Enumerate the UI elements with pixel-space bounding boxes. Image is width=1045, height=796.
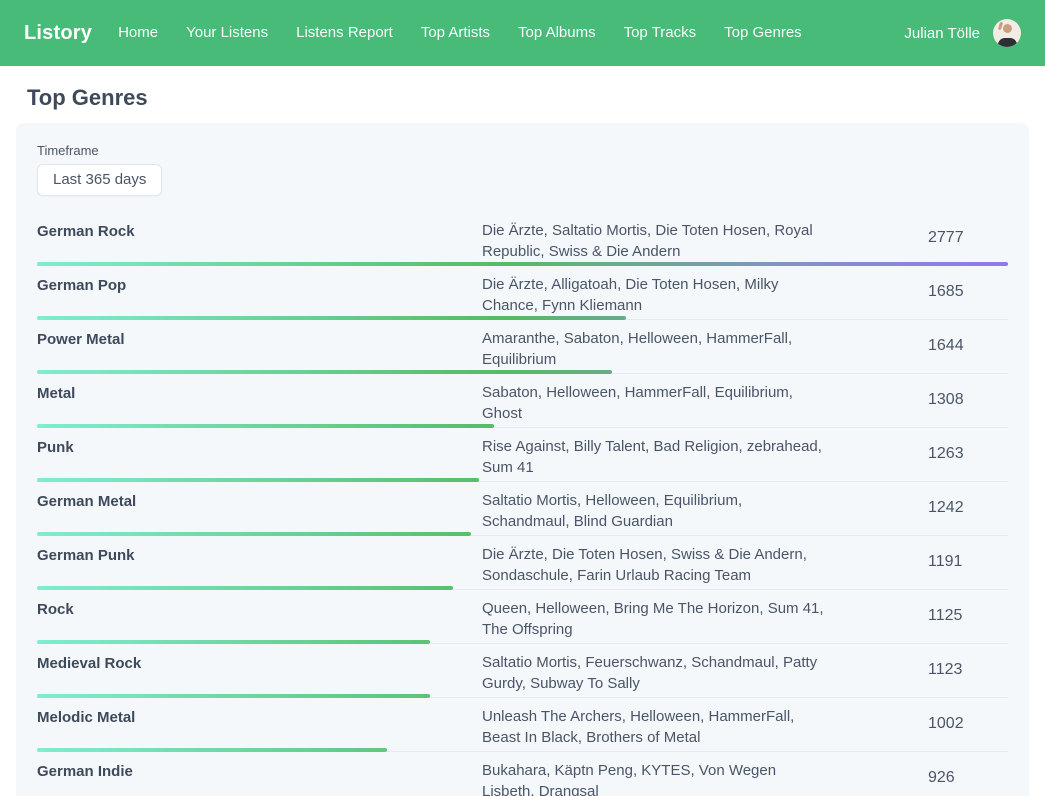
nav-item-home[interactable]: Home <box>118 24 158 41</box>
genre-name: German Metal <box>37 490 482 532</box>
genre-artists: Die Ärzte, Alligatoah, Die Toten Hosen, … <box>482 274 928 316</box>
genre-artists: Die Ärzte, Saltatio Mortis, Die Toten Ho… <box>482 220 928 262</box>
nav-item-top-tracks[interactable]: Top Tracks <box>624 24 697 41</box>
genre-artists: Bukahara, Käptn Peng, KYTES, Von Wegen L… <box>482 760 928 796</box>
genre-name: German Punk <box>37 544 482 586</box>
genre-artists: Sabaton, Helloween, HammerFall, Equilibr… <box>482 382 928 424</box>
genre-artists: Saltatio Mortis, Helloween, Equilibrium,… <box>482 490 928 532</box>
nav-item-your-listens[interactable]: Your Listens <box>186 24 268 41</box>
nav-links: Home Your Listens Listens Report Top Artist… <box>118 24 802 42</box>
genre-count: 1123 <box>928 661 1008 685</box>
genre-count: 1685 <box>928 283 1008 307</box>
genre-row: Metal Sabaton, Helloween, HammerFall, Eq… <box>37 374 1008 428</box>
genre-name: German Rock <box>37 220 482 262</box>
genre-name: Rock <box>37 598 482 640</box>
genre-artists: Die Ärzte, Die Toten Hosen, Swiss & Die … <box>482 544 928 586</box>
genre-count: 1191 <box>928 553 1008 577</box>
page-title: Top Genres <box>27 85 1045 111</box>
genre-artists: Rise Against, Billy Talent, Bad Religion… <box>482 436 928 478</box>
timeframe-label: Timeframe <box>37 143 1008 158</box>
genre-name: Punk <box>37 436 482 478</box>
genre-count: 1242 <box>928 499 1008 523</box>
genre-row: Melodic Metal Unleash The Archers, Hello… <box>37 698 1008 752</box>
genre-row: German Indie Bukahara, Käptn Peng, KYTES… <box>37 752 1008 796</box>
genre-row: Power Metal Amaranthe, Sabaton, Hellowee… <box>37 320 1008 374</box>
app-logo[interactable]: Listory <box>24 22 92 45</box>
genre-count: 1125 <box>928 607 1008 631</box>
genre-row: Rock Queen, Helloween, Bring Me The Hori… <box>37 590 1008 644</box>
user-name: Julian Tölle <box>904 25 980 42</box>
nav-item-top-albums[interactable]: Top Albums <box>518 24 596 41</box>
top-genres-card: Timeframe Last 365 days German Rock Die … <box>16 123 1029 796</box>
genre-name: Power Metal <box>37 328 482 370</box>
genre-row: German Pop Die Ärzte, Alligatoah, Die To… <box>37 266 1008 320</box>
genre-row: German Rock Die Ärzte, Saltatio Mortis, … <box>37 212 1008 266</box>
genre-count: 1263 <box>928 445 1008 469</box>
nav-item-top-artists[interactable]: Top Artists <box>421 24 490 41</box>
genre-count: 1308 <box>928 391 1008 415</box>
genre-artists: Unleash The Archers, Helloween, HammerFa… <box>482 706 928 748</box>
navbar: Listory Home Your Listens Listens Report To… <box>0 0 1045 66</box>
genre-artists: Saltatio Mortis, Feuerschwanz, Schandmau… <box>482 652 928 694</box>
genre-name: Melodic Metal <box>37 706 482 748</box>
user-menu[interactable]: Julian Tölle <box>904 19 1021 47</box>
genre-row: German Metal Saltatio Mortis, Helloween,… <box>37 482 1008 536</box>
genre-row: Medieval Rock Saltatio Mortis, Feuerschw… <box>37 644 1008 698</box>
user-avatar[interactable] <box>993 19 1021 47</box>
genre-name: Metal <box>37 382 482 424</box>
genre-count: 1002 <box>928 715 1008 739</box>
genre-name: Medieval Rock <box>37 652 482 694</box>
timeframe-select[interactable]: Last 365 days <box>37 164 162 196</box>
genre-name: German Pop <box>37 274 482 316</box>
genre-row: German Punk Die Ärzte, Die Toten Hosen, … <box>37 536 1008 590</box>
genre-table: German Rock Die Ärzte, Saltatio Mortis, … <box>37 212 1008 796</box>
nav-item-top-genres[interactable]: Top Genres <box>724 24 802 41</box>
genre-row: Punk Rise Against, Billy Talent, Bad Rel… <box>37 428 1008 482</box>
genre-count: 1644 <box>928 337 1008 361</box>
nav-item-listens-report[interactable]: Listens Report <box>296 24 393 41</box>
genre-count: 926 <box>928 769 1008 793</box>
genre-artists: Queen, Helloween, Bring Me The Horizon, … <box>482 598 928 640</box>
genre-count: 2777 <box>928 229 1008 253</box>
genre-name: German Indie <box>37 760 482 796</box>
genre-artists: Amaranthe, Sabaton, Helloween, HammerFal… <box>482 328 928 370</box>
